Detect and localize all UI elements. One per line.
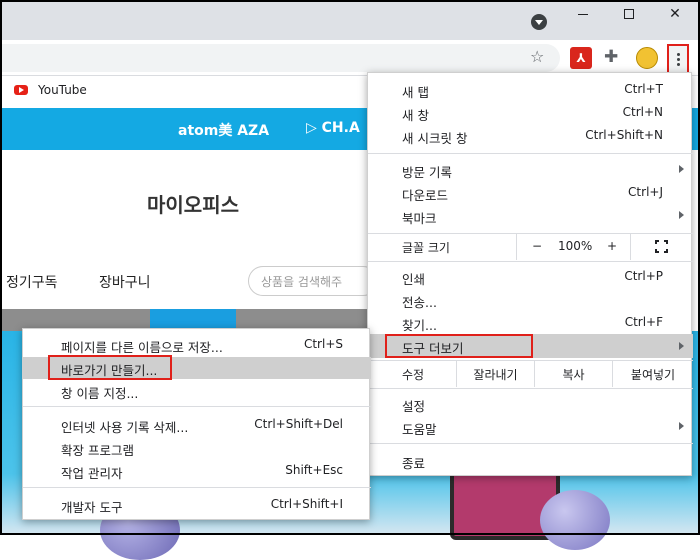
menu-label: 설정 (402, 399, 426, 414)
menu-zoom-row: 글꼴 크기 − 100% + (368, 234, 693, 260)
bookmark-star-icon[interactable]: ☆ (530, 47, 544, 66)
menu-label: 새 창 (402, 108, 429, 123)
minimize-button[interactable] (560, 0, 606, 28)
menu-divider (23, 487, 371, 488)
menu-shortcut: Ctrl+Shift+Del (254, 417, 343, 431)
menu-label: 종료 (402, 456, 426, 471)
nav-subscription[interactable]: 정기구독 (6, 272, 58, 292)
menu-label: 작업 관리자 (61, 466, 123, 481)
highlight-more-tools (385, 334, 533, 358)
browser-toolbar: ☆ ⅄ ✚ (0, 40, 700, 76)
submenu-arrow-icon (679, 165, 684, 173)
chrome-main-menu: 새 탭 Ctrl+T 새 창 Ctrl+N 새 시크릿 창 Ctrl+Shift… (367, 72, 693, 476)
menu-help[interactable]: 도움말 (368, 416, 693, 438)
menu-cast[interactable]: 전송... (368, 289, 693, 311)
menu-shortcut: Ctrl+Shift+I (270, 497, 343, 511)
menu-settings[interactable]: 설정 (368, 393, 693, 415)
menu-label: 페이지를 다른 이름으로 저장... (61, 340, 223, 355)
menu-print[interactable]: 인쇄 Ctrl+P (368, 266, 693, 288)
profile-avatar[interactable] (636, 47, 658, 69)
close-icon: ✕ (669, 6, 681, 22)
menu-new-tab[interactable]: 새 탭 Ctrl+T (368, 79, 693, 101)
menu-label: 인터넷 사용 기록 삭제... (61, 420, 189, 435)
menu-label: 방문 기록 (402, 165, 452, 180)
title-bar: ✕ (0, 0, 700, 40)
menu-label: 창 이름 지정... (61, 386, 139, 401)
zoom-label: 글꼴 크기 (402, 241, 450, 255)
hero-ball-image (540, 490, 610, 550)
submenu-name-window[interactable]: 창 이름 지정... (23, 380, 371, 402)
menu-shortcut: Ctrl+Shift+N (585, 128, 663, 142)
submenu-arrow-icon (679, 342, 684, 350)
submenu-dev-tools[interactable]: 개발자 도구 Ctrl+Shift+I (23, 494, 371, 516)
menu-label: 북마크 (402, 211, 437, 226)
zoom-controls: − 100% + (516, 234, 631, 260)
page-title: 마이오피스 (147, 193, 239, 217)
close-button[interactable]: ✕ (652, 0, 698, 28)
menu-divider (368, 443, 693, 444)
zoom-in-button[interactable]: + (607, 239, 617, 253)
menu-find[interactable]: 찾기... Ctrl+F (368, 312, 693, 334)
submenu-arrow-icon (679, 211, 684, 219)
menu-divider (368, 388, 693, 389)
submenu-save-page[interactable]: 페이지를 다른 이름으로 저장... Ctrl+S (23, 334, 371, 356)
menu-shortcut: Ctrl+T (624, 82, 663, 96)
fullscreen-icon[interactable] (655, 240, 668, 253)
cut-button[interactable]: 잘라내기 (456, 361, 534, 387)
menu-shortcut: Ctrl+S (303, 337, 343, 351)
submenu-arrow-icon (679, 422, 684, 430)
zoom-level: 100% (558, 239, 593, 253)
menu-shortcut: Shift+Esc (285, 463, 343, 477)
more-tools-submenu: 페이지를 다른 이름으로 저장... Ctrl+S 바로가기 만들기... 창 … (22, 328, 371, 520)
menu-label: 새 탭 (402, 85, 429, 100)
menu-downloads[interactable]: 다운로드 Ctrl+J (368, 182, 693, 204)
edit-label: 수정 (402, 368, 425, 382)
menu-label: 다운로드 (402, 188, 449, 203)
submenu-clear-data[interactable]: 인터넷 사용 기록 삭제... Ctrl+Shift+Del (23, 414, 371, 436)
product-search-input[interactable]: 상품을 검색해주 (248, 266, 378, 296)
menu-label: 새 시크릿 창 (402, 131, 468, 146)
menu-label: 전송... (402, 295, 437, 310)
menu-edit-row: 수정 잘라내기 복사 붙여넣기 (368, 361, 693, 387)
chrome-menu-button[interactable] (667, 44, 689, 74)
youtube-icon (14, 85, 28, 95)
menu-label: 인쇄 (402, 272, 426, 287)
menu-divider (368, 261, 693, 262)
menu-shortcut: Ctrl+F (624, 315, 663, 329)
maximize-icon (624, 9, 634, 19)
minimize-icon (578, 13, 588, 15)
highlight-create-shortcut (48, 355, 172, 380)
menu-divider (23, 406, 371, 407)
menu-bookmarks[interactable]: 북마크 (368, 205, 693, 227)
more-vert-icon (676, 57, 680, 61)
copy-button[interactable]: 복사 (534, 361, 612, 387)
submenu-task-manager[interactable]: 작업 관리자 Shift+Esc (23, 460, 371, 482)
menu-history[interactable]: 방문 기록 (368, 159, 693, 181)
pdf-extension-icon[interactable]: ⅄ (570, 47, 592, 69)
tab-search-icon[interactable] (531, 14, 547, 30)
menu-shortcut: Ctrl+P (624, 269, 663, 283)
menu-exit[interactable]: 종료 (368, 450, 693, 472)
menu-label: 개발자 도구 (61, 500, 123, 515)
address-bar[interactable] (0, 44, 560, 72)
extensions-puzzle-icon[interactable]: ✚ (604, 47, 618, 67)
menu-incognito[interactable]: 새 시크릿 창 Ctrl+Shift+N (368, 125, 693, 147)
bookmark-youtube[interactable]: YouTube (38, 83, 87, 97)
paste-button[interactable]: 붙여넣기 (612, 361, 693, 387)
menu-label: 찾기... (402, 318, 437, 333)
menu-label: 확장 프로그램 (61, 443, 134, 458)
nav-cart[interactable]: 장바구니 (99, 272, 151, 292)
menu-label: 도움말 (402, 422, 437, 437)
maximize-button[interactable] (606, 0, 652, 28)
menu-new-window[interactable]: 새 창 Ctrl+N (368, 102, 693, 124)
menu-shortcut: Ctrl+J (628, 185, 663, 199)
zoom-out-button[interactable]: − (532, 239, 542, 253)
submenu-extensions[interactable]: 확장 프로그램 (23, 437, 371, 459)
menu-shortcut: Ctrl+N (622, 105, 663, 119)
brand-cha-link[interactable]: ▷ CH.A (306, 120, 360, 136)
brand-aza-link[interactable]: atom美 AZA (178, 120, 269, 140)
menu-divider (368, 153, 693, 154)
